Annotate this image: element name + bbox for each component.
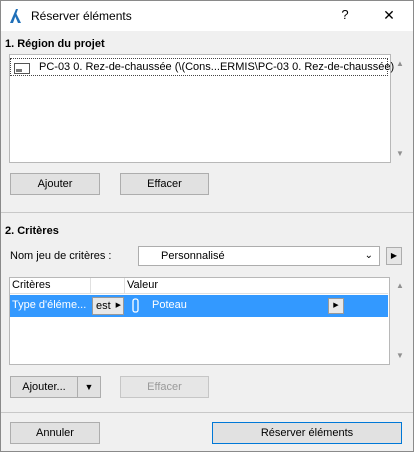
help-button[interactable]: ? — [337, 7, 353, 25]
criteria-column-header: Critères — [12, 279, 51, 291]
reserve-elements-dialog: Réserver éléments ? ✕ 1. Région du proje… — [0, 0, 414, 452]
chevron-down-icon: ▼ — [84, 382, 94, 392]
close-button[interactable]: ✕ — [380, 7, 398, 25]
chevron-down-icon: ⌄ — [364, 250, 373, 261]
scroll-down-arrow-icon[interactable]: ▼ — [393, 349, 407, 363]
value-cell[interactable]: Poteau — [152, 299, 187, 311]
operator-dropdown[interactable]: est ▶ — [92, 297, 124, 315]
scroll-down-arrow-icon[interactable]: ▼ — [393, 147, 407, 161]
archicad-logo-icon — [8, 8, 24, 24]
project-region-list[interactable]: PC-03 0. Rez-de-chaussée (\(Cons...ERMIS… — [9, 54, 394, 163]
window-title: Réserver éléments — [31, 9, 132, 23]
cancel-button[interactable]: Annuler — [10, 422, 100, 444]
story-icon — [14, 63, 30, 74]
criteria-set-label: Nom jeu de critères : — [10, 250, 112, 262]
add-criterion-button[interactable]: Ajouter... — [10, 376, 77, 398]
criteria-title: 2. Critères — [5, 225, 59, 237]
clear-region-button[interactable]: Effacer — [120, 173, 209, 195]
section-divider — [1, 212, 413, 213]
add-criterion-dropdown[interactable]: ▼ — [77, 376, 101, 398]
arrow-right-icon: ▶ — [115, 302, 121, 309]
scroll-up-arrow-icon[interactable]: ▲ — [393, 279, 407, 293]
criteria-table-header: Critères Valeur — [10, 278, 388, 294]
table-row[interactable]: Type d'éléme... est ▶ Poteau ▶ — [10, 295, 388, 317]
reserve-elements-button[interactable]: Réserver éléments — [212, 422, 402, 444]
footer-divider — [1, 412, 413, 413]
criteria-set-select[interactable]: Personnalisé ⌄ — [138, 246, 380, 266]
clear-criterion-button[interactable]: Effacer — [120, 376, 209, 398]
value-arrow-icon[interactable]: ▶ — [328, 298, 344, 314]
list-item[interactable]: PC-03 0. Rez-de-chaussée (\(Cons...ERMIS… — [10, 58, 394, 76]
criteria-set-value: Personnalisé — [161, 250, 225, 262]
add-region-button[interactable]: Ajouter — [10, 173, 100, 195]
project-region-title: 1. Région du projet — [5, 38, 105, 50]
title-bar: Réserver éléments ? ✕ — [1, 1, 413, 31]
column-element-icon — [131, 298, 141, 314]
column-separator — [90, 278, 91, 294]
column-separator — [124, 278, 125, 294]
operator-value: est — [96, 300, 111, 312]
scroll-up-arrow-icon[interactable]: ▲ — [393, 57, 407, 71]
value-column-header: Valeur — [127, 279, 158, 291]
criterion-cell[interactable]: Type d'éléme... — [12, 299, 86, 311]
criteria-set-arrow-icon[interactable]: ▶ — [386, 247, 402, 265]
region-item-label: PC-03 0. Rez-de-chaussée (\(Cons...ERMIS… — [39, 61, 395, 73]
